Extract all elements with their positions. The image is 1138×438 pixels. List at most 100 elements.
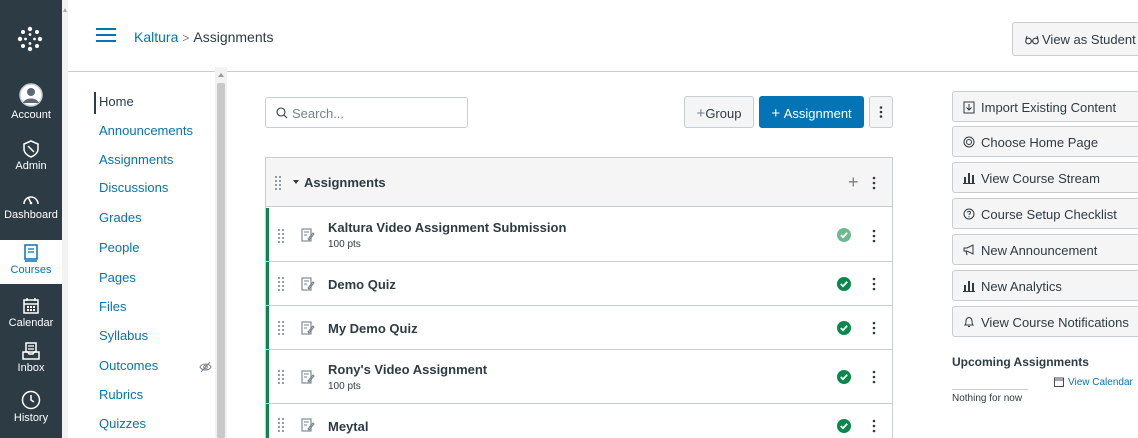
choose-home-page-button[interactable]: Choose Home Page: [952, 126, 1138, 157]
course-nav-rubrics[interactable]: Rubrics: [99, 387, 143, 402]
course-nav-home[interactable]: Home: [99, 94, 134, 109]
breadcrumb-course-link[interactable]: Kaltura: [134, 29, 178, 45]
global-nav-admin[interactable]: Admin: [0, 140, 62, 178]
drag-handle-icon[interactable]: [278, 418, 284, 432]
assignment-title[interactable]: Rony's Video Assignment: [328, 362, 487, 377]
plus-icon: +: [696, 105, 706, 122]
global-nav-calendar[interactable]: Calendar: [0, 297, 62, 337]
course-nav-pages[interactable]: Pages: [99, 270, 136, 285]
kebab-icon[interactable]: [872, 419, 876, 433]
new-analytics-label: New Analytics: [981, 279, 1062, 294]
clock-icon: [21, 390, 41, 410]
view-course-notifications-button[interactable]: View Course Notifications: [952, 306, 1138, 337]
global-nav-scrollbar[interactable]: [62, 0, 68, 438]
breadcrumb-separator: >: [182, 31, 190, 45]
add-assignment-label: Assignment: [783, 106, 852, 121]
global-nav-inbox[interactable]: Inbox: [0, 342, 62, 382]
assignment-title[interactable]: Kaltura Video Assignment Submission: [328, 220, 566, 235]
assignment-row[interactable]: My Demo Quiz: [266, 306, 892, 350]
published-accent: [266, 208, 269, 261]
import-content-button[interactable]: Import Existing Content: [952, 91, 1138, 122]
kebab-icon[interactable]: [872, 370, 876, 384]
dashboard-icon: [23, 196, 39, 205]
global-nav-label: Calendar: [8, 317, 54, 329]
course-setup-checklist-label: Course Setup Checklist: [981, 207, 1117, 222]
course-nav-discussions[interactable]: Discussions: [99, 180, 168, 195]
assignment-row[interactable]: Demo Quiz: [266, 262, 892, 306]
new-analytics-button[interactable]: New Analytics: [952, 270, 1138, 301]
published-check-icon[interactable]: [837, 321, 851, 335]
assignment-row[interactable]: Rony's Video Assignment 100 pts: [266, 350, 892, 404]
scrollbar-thumb[interactable]: [217, 83, 225, 438]
published-check-icon[interactable]: [837, 277, 851, 291]
published-check-icon[interactable]: [837, 370, 851, 384]
course-nav-quizzes[interactable]: Quizzes: [99, 416, 146, 431]
assignment-points: 100 pts: [328, 381, 361, 392]
kebab-icon[interactable]: [872, 229, 876, 243]
search-box: [265, 97, 468, 128]
course-nav-announcements[interactable]: Announcements: [99, 123, 193, 138]
book-icon: [24, 244, 38, 262]
choose-home-page-label: Choose Home Page: [981, 135, 1099, 150]
drag-handle-icon[interactable]: [278, 229, 284, 243]
drag-handle-icon[interactable]: [278, 370, 284, 384]
glasses-icon: [1025, 35, 1039, 45]
course-nav-scrollbar[interactable]: [215, 67, 227, 438]
kebab-icon[interactable]: [872, 277, 876, 291]
breadcrumb: Kaltura > Assignments: [134, 29, 274, 45]
published-accent: [266, 306, 269, 349]
course-nav-syllabus[interactable]: Syllabus: [99, 328, 148, 343]
new-announcement-button[interactable]: New Announcement: [952, 234, 1138, 265]
kebab-icon[interactable]: [872, 321, 876, 335]
published-check-icon[interactable]: [837, 228, 851, 242]
course-nav-people[interactable]: People: [99, 240, 139, 255]
add-group-label: Group: [705, 106, 742, 121]
add-assignment-button[interactable]: + Assignment: [759, 96, 864, 128]
view-course-stream-button[interactable]: View Course Stream: [952, 162, 1138, 193]
course-nav-grades[interactable]: Grades: [99, 210, 142, 225]
assignment-title[interactable]: Meytal: [328, 419, 368, 434]
assignment-title[interactable]: My Demo Quiz: [328, 321, 418, 336]
add-to-group-icon[interactable]: +: [848, 172, 859, 193]
assignment-row[interactable]: Kaltura Video Assignment Submission 100 …: [266, 208, 892, 262]
upcoming-assignments-heading: Upcoming Assignments: [952, 355, 1089, 369]
course-nav-assignments[interactable]: Assignments: [99, 152, 173, 167]
canvas-logo-icon[interactable]: [17, 26, 43, 52]
assignment-row[interactable]: Meytal: [266, 404, 892, 438]
global-nav-courses[interactable]: Courses: [0, 240, 62, 284]
drag-handle-icon[interactable]: [278, 277, 284, 291]
view-as-student-label: View as Student: [1042, 32, 1136, 47]
assignment-group-title: Assignments: [304, 175, 386, 190]
view-as-student-button[interactable]: View as Student: [1012, 22, 1138, 56]
global-nav-label: Inbox: [17, 362, 45, 374]
drag-handle-icon[interactable]: [275, 176, 281, 190]
eye-off-icon: [199, 361, 212, 373]
kebab-icon[interactable]: [872, 176, 876, 190]
assignment-group-header[interactable]: Assignments +: [266, 158, 892, 207]
global-nav-dashboard[interactable]: Dashboard: [0, 191, 62, 229]
drag-handle-icon[interactable]: [278, 321, 284, 335]
view-course-stream-label: View Course Stream: [981, 171, 1100, 186]
global-nav-label: Account: [11, 109, 51, 121]
published-accent: [266, 404, 269, 438]
settings-menu-button[interactable]: [869, 96, 893, 128]
assignment-title[interactable]: Demo Quiz: [328, 277, 396, 292]
upcoming-empty-text: Nothing for now: [952, 393, 1023, 404]
assignment-icon: [301, 321, 315, 335]
add-group-button[interactable]: +Group: [684, 96, 754, 128]
global-nav-history[interactable]: History: [0, 390, 62, 430]
search-input[interactable]: [292, 104, 462, 122]
assignment-points: 100 pts: [328, 239, 361, 250]
analytics-icon: [963, 281, 975, 292]
course-setup-checklist-button[interactable]: Course Setup Checklist: [952, 198, 1138, 229]
published-check-icon[interactable]: [837, 419, 851, 433]
published-accent: [266, 350, 269, 403]
global-nav-account[interactable]: Account: [0, 83, 62, 127]
avatar-icon: [19, 83, 43, 107]
collapse-caret-icon[interactable]: [293, 180, 299, 184]
course-nav-active-indicator: [94, 92, 96, 114]
view-calendar-link[interactable]: View Calendar: [1054, 377, 1133, 388]
course-menu-toggle-button[interactable]: [96, 28, 116, 44]
course-nav-outcomes[interactable]: Outcomes: [99, 358, 158, 373]
course-nav-files[interactable]: Files: [99, 299, 126, 314]
